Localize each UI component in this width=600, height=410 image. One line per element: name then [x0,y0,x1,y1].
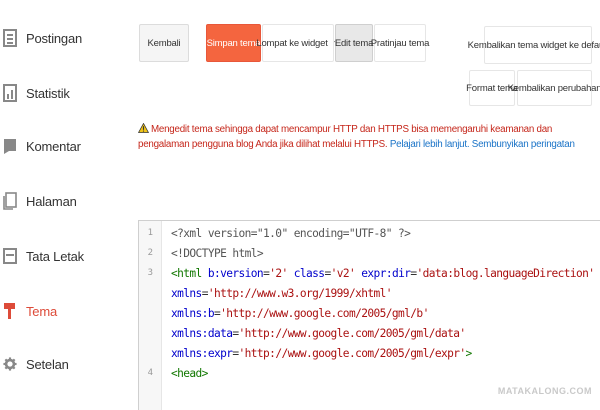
sidebar-item-tema[interactable]: Tema [0,293,120,329]
code-text: <?xml version="1.0" encoding="UTF-8" ?> [171,227,411,240]
gear-icon [3,355,17,373]
revert-changes-button[interactable]: Kembalikan perubahan [508,70,600,106]
code-text: <html b:version='2' class='v2' expr:dir=… [171,267,595,280]
code-line[interactable]: xmlns:b='http://www.google.com/2005/gml/… [139,305,599,325]
sidebar-item-label: Postingan [26,30,83,46]
code-line[interactable]: 4 <head> [139,365,599,385]
sidebar-item-halaman[interactable]: Halaman [0,183,120,219]
page-icon [3,192,17,210]
code-line[interactable]: 1 <?xml version="1.0" encoding="UTF-8" ?> [139,225,599,245]
sidebar-item-tata-letak[interactable]: Tata Letak [0,238,120,274]
sidebar-item-label: Tata Letak [26,248,84,264]
edit-theme-button[interactable]: Edit tema [335,24,373,62]
code-text: xmlns:b='http://www.google.com/2005/gml/… [171,307,429,320]
warning-icon [138,123,149,133]
code-editor[interactable]: 1 <?xml version="1.0" encoding="UTF-8" ?>… [138,220,600,410]
sidebar-item-setelan[interactable]: Setelan [0,346,120,382]
code-line[interactable]: xmlns:data='http://www.google.com/2005/g… [139,325,599,345]
code-text: xmlns='http://www.w3.org/1999/xhtml' [171,287,393,300]
back-button[interactable]: Kembali [139,24,189,62]
watermark: MATAKALONG.COM [497,386,592,396]
jump-to-widget-label: Lompat ke widget [256,37,328,49]
code-line[interactable]: xmlns='http://www.w3.org/1999/xhtml' [139,285,599,305]
layout-icon [3,247,17,265]
line-number: 3 [147,268,153,278]
sidebar-item-label: Halaman [26,193,77,209]
comment-icon [3,137,17,155]
code-line[interactable]: 2 <!DOCTYPE html> [139,245,599,265]
hide-warning-link[interactable]: Sembunyikan peringatan [472,139,575,150]
sidebar-item-postingan[interactable]: Postingan [0,20,120,56]
sidebar: Postingan Statistik Komentar Halaman Tat… [0,0,120,400]
code-text: xmlns:data='http://www.google.com/2005/g… [171,327,466,340]
jump-to-widget-dropdown[interactable]: Lompat ke widget [256,24,340,62]
theme-icon [3,302,17,320]
code-text: <!DOCTYPE html> [171,247,264,260]
code-text: xmlns:expr='http://www.google.com/2005/g… [171,347,472,360]
code-line[interactable]: 3 <html b:version='2' class='v2' expr:dir… [139,265,599,285]
sidebar-item-label: Statistik [26,85,70,101]
preview-theme-button[interactable]: Pratinjau tema [371,24,429,62]
sidebar-item-komentar[interactable]: Komentar [0,128,120,164]
sidebar-item-label: Komentar [26,138,81,154]
restore-widget-default-button[interactable]: Kembalikan tema widget ke default [468,26,600,64]
code-text: <head> [171,367,208,380]
line-number: 2 [147,248,153,258]
line-number: 1 [147,228,153,238]
sidebar-item-label: Setelan [26,356,69,372]
code-line[interactable]: xmlns:expr='http://www.google.com/2005/g… [139,345,599,365]
sidebar-item-statistik[interactable]: Statistik [0,75,120,111]
stats-icon [3,84,17,102]
learn-more-link[interactable]: Pelajari lebih lanjut. [390,139,470,150]
posts-icon [3,29,17,47]
line-number: 4 [147,368,153,378]
https-warning: Mengedit tema sehingga dapat mencampur H… [138,122,598,152]
save-theme-button[interactable]: Simpan tema [206,24,261,62]
sidebar-item-label: Tema [26,303,57,319]
